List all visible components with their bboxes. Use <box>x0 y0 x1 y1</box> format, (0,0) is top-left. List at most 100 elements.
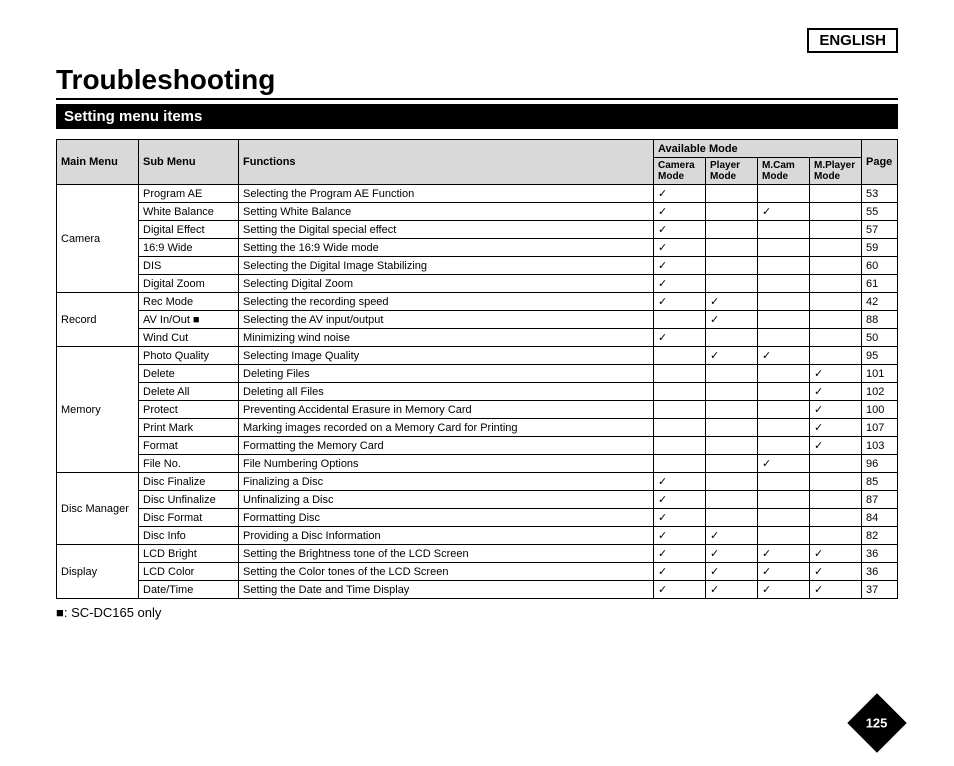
mcam-cell: ✓ <box>758 545 810 563</box>
page-cell: 55 <box>862 203 898 221</box>
sub-cell: 16:9 Wide <box>139 239 239 257</box>
table-row: Digital ZoomSelecting Digital Zoom✓61 <box>57 275 898 293</box>
header-functions: Functions <box>239 140 654 185</box>
mplayer-cell: ✓ <box>810 401 862 419</box>
mcam-cell <box>758 527 810 545</box>
page-cell: 42 <box>862 293 898 311</box>
header-mcam-mode: M.Cam Mode <box>758 158 810 185</box>
player-cell <box>706 437 758 455</box>
sub-cell: Digital Effect <box>139 221 239 239</box>
func-cell: Setting the Brightness tone of the LCD S… <box>239 545 654 563</box>
table-row: DeleteDeleting Files✓101 <box>57 365 898 383</box>
mcam-cell <box>758 365 810 383</box>
mcam-cell <box>758 311 810 329</box>
func-cell: Setting the Color tones of the LCD Scree… <box>239 563 654 581</box>
table-row: 16:9 WideSetting the 16:9 Wide mode✓59 <box>57 239 898 257</box>
page-title: Troubleshooting <box>56 64 898 96</box>
camera-cell <box>654 455 706 473</box>
page-cell: 96 <box>862 455 898 473</box>
mcam-cell <box>758 275 810 293</box>
player-cell <box>706 473 758 491</box>
table-row: CameraProgram AESelecting the Program AE… <box>57 185 898 203</box>
page-cell: 102 <box>862 383 898 401</box>
page-cell: 50 <box>862 329 898 347</box>
sub-cell: Disc Finalize <box>139 473 239 491</box>
table-row: Disc ManagerDisc FinalizeFinalizing a Di… <box>57 473 898 491</box>
player-cell <box>706 185 758 203</box>
table-row: DISSelecting the Digital Image Stabilizi… <box>57 257 898 275</box>
page-cell: 103 <box>862 437 898 455</box>
header-player-mode: Player Mode <box>706 158 758 185</box>
mplayer-cell <box>810 257 862 275</box>
player-cell <box>706 221 758 239</box>
mplayer-cell <box>810 221 862 239</box>
language-badge: ENGLISH <box>807 28 898 53</box>
func-cell: Formatting Disc <box>239 509 654 527</box>
camera-cell: ✓ <box>654 275 706 293</box>
header-sub-menu: Sub Menu <box>139 140 239 185</box>
page-cell: 61 <box>862 275 898 293</box>
sub-cell: Format <box>139 437 239 455</box>
sub-cell: DIS <box>139 257 239 275</box>
func-cell: Marking images recorded on a Memory Card… <box>239 419 654 437</box>
camera-cell <box>654 311 706 329</box>
table-row: DisplayLCD BrightSetting the Brightness … <box>57 545 898 563</box>
player-cell <box>706 401 758 419</box>
main-menu-cell: Record <box>57 293 139 347</box>
table-row: Disc UnfinalizeUnfinalizing a Disc✓87 <box>57 491 898 509</box>
camera-cell <box>654 347 706 365</box>
table-row: MemoryPhoto QualitySelecting Image Quali… <box>57 347 898 365</box>
func-cell: Setting the Digital special effect <box>239 221 654 239</box>
camera-cell: ✓ <box>654 203 706 221</box>
player-cell <box>706 491 758 509</box>
page-cell: 60 <box>862 257 898 275</box>
camera-cell <box>654 437 706 455</box>
page-cell: 37 <box>862 581 898 599</box>
func-cell: Selecting the Digital Image Stabilizing <box>239 257 654 275</box>
header-mplayer-mode: M.Player Mode <box>810 158 862 185</box>
sub-cell: Date/Time <box>139 581 239 599</box>
sub-cell: AV In/Out ■ <box>139 311 239 329</box>
page-cell: 84 <box>862 509 898 527</box>
mplayer-cell <box>810 527 862 545</box>
func-cell: Formatting the Memory Card <box>239 437 654 455</box>
table-row: ProtectPreventing Accidental Erasure in … <box>57 401 898 419</box>
camera-cell: ✓ <box>654 527 706 545</box>
mcam-cell <box>758 401 810 419</box>
sub-cell: Program AE <box>139 185 239 203</box>
table-row: Wind CutMinimizing wind noise✓50 <box>57 329 898 347</box>
page-cell: 95 <box>862 347 898 365</box>
player-cell: ✓ <box>706 311 758 329</box>
page-cell: 57 <box>862 221 898 239</box>
table-row: AV In/Out ■Selecting the AV input/output… <box>57 311 898 329</box>
page-cell: 36 <box>862 563 898 581</box>
mplayer-cell: ✓ <box>810 365 862 383</box>
mcam-cell <box>758 221 810 239</box>
mplayer-cell: ✓ <box>810 383 862 401</box>
player-cell: ✓ <box>706 545 758 563</box>
mcam-cell <box>758 509 810 527</box>
sub-cell: LCD Color <box>139 563 239 581</box>
camera-cell: ✓ <box>654 491 706 509</box>
camera-cell: ✓ <box>654 545 706 563</box>
func-cell: Unfinalizing a Disc <box>239 491 654 509</box>
main-menu-cell: Display <box>57 545 139 599</box>
table-row: Disc InfoProviding a Disc Information✓✓8… <box>57 527 898 545</box>
title-rule <box>56 98 898 100</box>
page-cell: 101 <box>862 365 898 383</box>
mplayer-cell <box>810 275 862 293</box>
mcam-cell <box>758 491 810 509</box>
camera-cell: ✓ <box>654 329 706 347</box>
main-menu-cell: Disc Manager <box>57 473 139 545</box>
mcam-cell: ✓ <box>758 203 810 221</box>
mcam-cell <box>758 329 810 347</box>
func-cell: Setting the Date and Time Display <box>239 581 654 599</box>
table-row: File No.File Numbering Options✓96 <box>57 455 898 473</box>
camera-cell: ✓ <box>654 185 706 203</box>
mcam-cell <box>758 185 810 203</box>
player-cell <box>706 509 758 527</box>
player-cell <box>706 203 758 221</box>
sub-cell: LCD Bright <box>139 545 239 563</box>
func-cell: File Numbering Options <box>239 455 654 473</box>
mcam-cell <box>758 257 810 275</box>
